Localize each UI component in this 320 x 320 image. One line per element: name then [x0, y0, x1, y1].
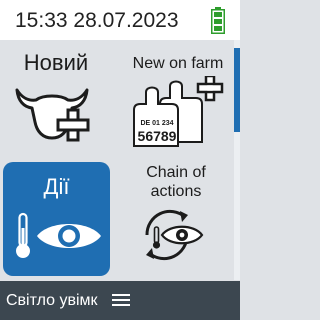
status-bar: 15:33 28.07.2023: [0, 0, 240, 40]
cycle-eye-icon: [138, 203, 206, 267]
menu-grid: Новий New on farm DE 01 234 56789 Дії Ch…: [0, 40, 234, 280]
status-datetime: 15:33 28.07.2023: [15, 9, 179, 33]
status-date: 28.07.2023: [73, 9, 179, 32]
thermometer-eye-icon: [13, 210, 105, 262]
tile-new-animal[interactable]: Новий: [0, 40, 112, 154]
hamburger-menu-icon[interactable]: [112, 291, 130, 309]
scrollbar-thumb[interactable]: [234, 48, 240, 132]
tile-chain-label-line-1: Chain of: [146, 164, 206, 181]
tile-chain-of-actions[interactable]: Chain of actions: [118, 40, 234, 280]
tile-new-animal-label: Новий: [23, 50, 89, 75]
cow-head-plus-icon: [14, 82, 98, 144]
tile-actions[interactable]: Дії: [3, 162, 110, 276]
status-time: 15:33: [15, 9, 68, 32]
battery-full-icon: [211, 7, 225, 34]
footer-bar: Світло увімк: [0, 281, 240, 320]
tile-actions-label: Дії: [43, 174, 70, 199]
tile-chain-of-actions-label: Chain of actions: [118, 163, 234, 201]
tile-chain-label-line-2: actions: [150, 183, 202, 200]
light-toggle-button[interactable]: Світло увімк: [6, 292, 98, 310]
